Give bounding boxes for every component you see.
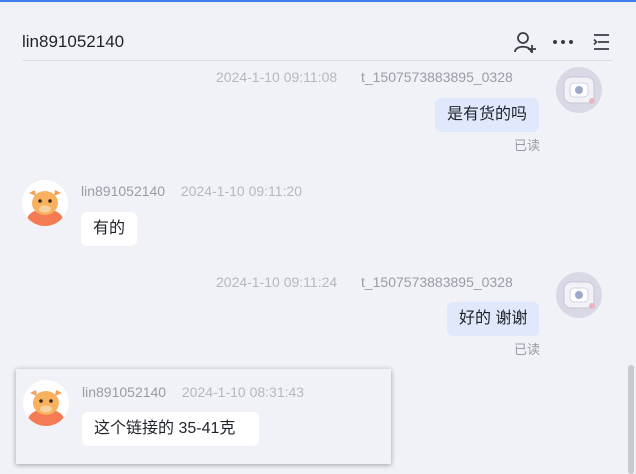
popup-sender: lin891052140 [82, 384, 167, 400]
chat-window: lin891052140 2024-1-10 09:11:08 t_150757… [0, 0, 636, 474]
more-icon[interactable] [551, 30, 575, 54]
message-bubble[interactable]: 是有货的吗 [435, 98, 540, 132]
message-time: 2024-1-10 09:11:08 [216, 69, 338, 85]
scrollbar[interactable] [628, 365, 634, 474]
message-sender: t_1507573883895_0328 [360, 274, 513, 290]
message-sender: lin891052140 [81, 183, 166, 199]
contact-name: lin891052140 [22, 32, 125, 51]
read-status: 已读 [514, 138, 541, 153]
popup-time: 2024-1-10 08:31:43 [181, 384, 305, 400]
header-divider [22, 60, 612, 61]
message-time: 2024-1-10 09:11:24 [216, 274, 338, 290]
avatar [23, 380, 69, 426]
message-time: 2024-1-10 09:11:20 [180, 183, 303, 199]
add-user-icon[interactable] [513, 30, 537, 54]
quoted-message-popup[interactable]: lin891052140 2024-1-10 08:31:43 这个链接的 35… [16, 369, 391, 464]
popup-message-bubble[interactable]: 这个链接的 35-41克 [82, 412, 260, 446]
chat-header: lin891052140 [0, 2, 636, 62]
menu-icon[interactable] [589, 30, 613, 54]
message-bubble[interactable]: 有的 [81, 212, 138, 246]
message-sender: t_1507573883895_0328 [360, 69, 513, 85]
avatar[interactable] [556, 67, 602, 113]
read-status: 已读 [514, 342, 541, 357]
message-bubble[interactable]: 好的 谢谢 [447, 302, 540, 336]
avatar[interactable] [22, 180, 68, 226]
avatar[interactable] [556, 272, 602, 318]
